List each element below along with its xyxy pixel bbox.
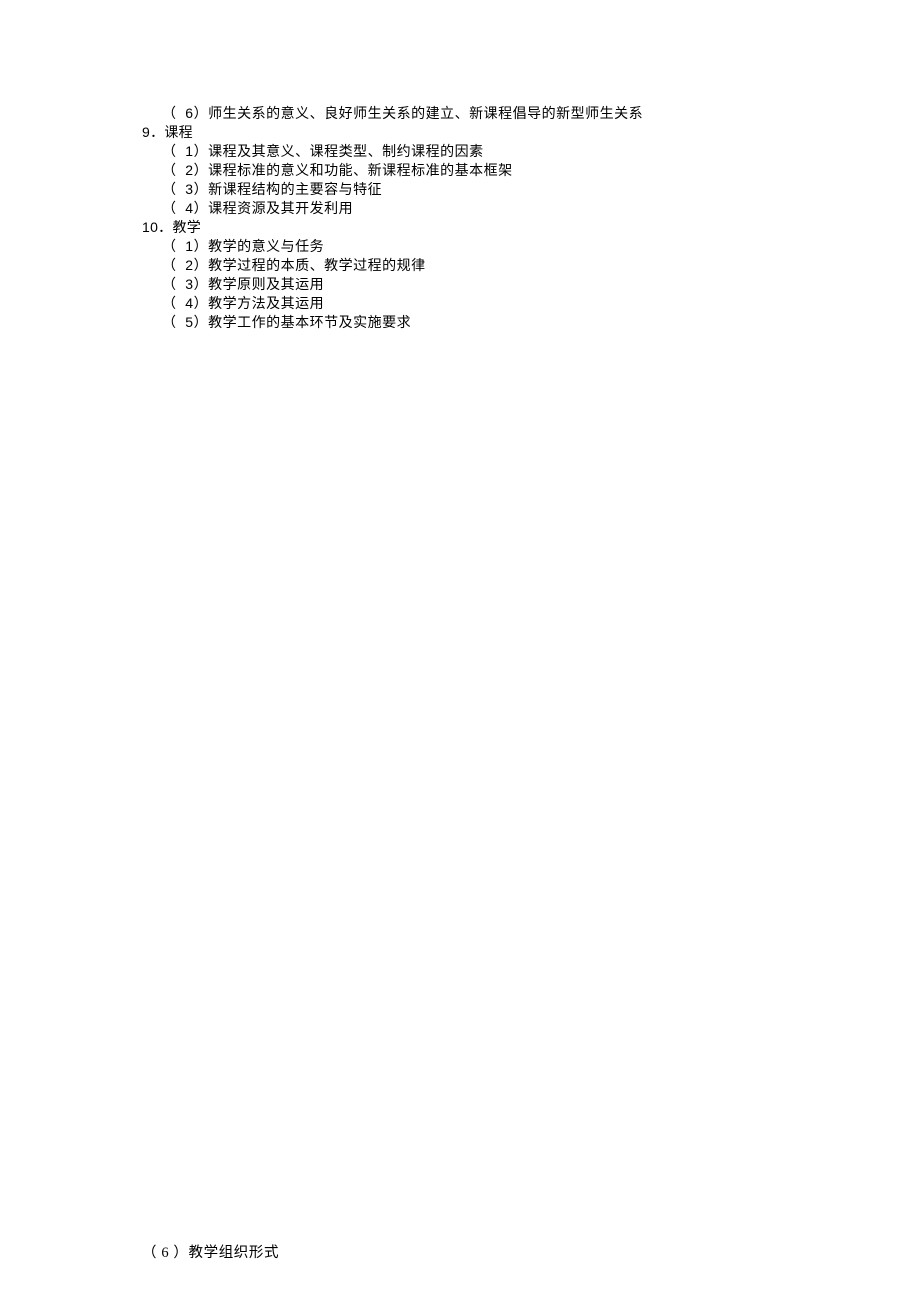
outline-item: （ 4）课程资源及其开发利用: [162, 199, 762, 218]
outline-top-block: （ 6）师生关系的意义、良好师生关系的建立、新课程倡导的新型师生关系 9．课程 …: [162, 104, 762, 332]
outline-item: （ 6）师生关系的意义、良好师生关系的建立、新课程倡导的新型师生关系: [162, 104, 762, 123]
outline-bottom-item: （ 6 ）教学组织形式: [142, 1241, 279, 1262]
outline-heading-9: 9．课程: [142, 123, 762, 142]
outline-item: （ 1）课程及其意义、课程类型、制约课程的因素: [162, 142, 762, 161]
outline-item: （ 1）教学的意义与任务: [162, 237, 762, 256]
document-page: （ 6）师生关系的意义、良好师生关系的建立、新课程倡导的新型师生关系 9．课程 …: [0, 0, 920, 1303]
outline-item: （ 2）教学过程的本质、教学过程的规律: [162, 256, 762, 275]
outline-item: （ 5）教学工作的基本环节及实施要求: [162, 313, 762, 332]
outline-item: （ 3）新课程结构的主要容与特征: [162, 180, 762, 199]
outline-item: （ 2）课程标准的意义和功能、新课程标准的基本框架: [162, 161, 762, 180]
outline-heading-10: 10．教学: [142, 218, 762, 237]
outline-item: （ 3）教学原则及其运用: [162, 275, 762, 294]
outline-item: （ 4）教学方法及其运用: [162, 294, 762, 313]
